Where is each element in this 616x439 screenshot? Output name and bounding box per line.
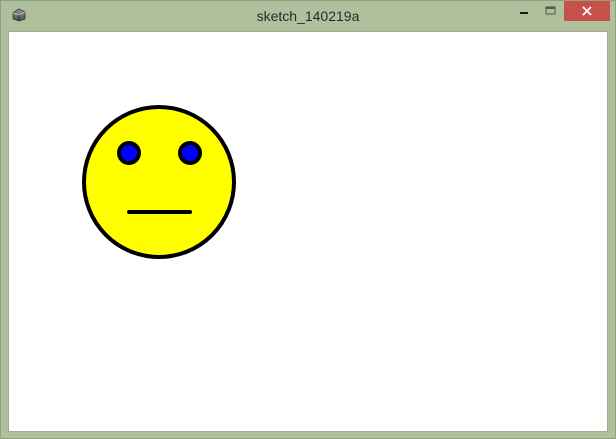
sketch-content-area[interactable] <box>8 31 608 432</box>
title-bar[interactable]: sketch_140219a <box>1 1 615 31</box>
left-eye <box>117 141 141 165</box>
right-eye <box>178 141 202 165</box>
close-icon <box>582 6 592 16</box>
smiley-face <box>82 105 236 259</box>
app-window: sketch_140219a <box>0 0 616 439</box>
close-button[interactable] <box>564 1 610 21</box>
maximize-button[interactable] <box>537 1 563 21</box>
minimize-button[interactable] <box>511 1 537 21</box>
minimize-icon <box>520 12 528 14</box>
sketch-canvas[interactable] <box>9 32 607 431</box>
maximize-icon <box>545 6 555 15</box>
